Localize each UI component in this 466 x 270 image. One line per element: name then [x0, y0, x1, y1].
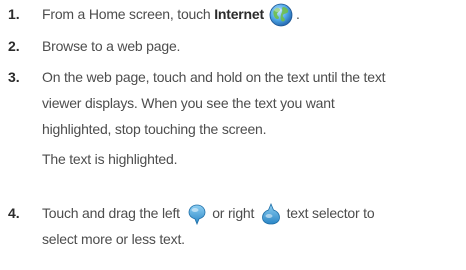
- step-text-before: From a Home screen, touch: [42, 6, 215, 22]
- step-text-line: highlighted, stop touching the screen.: [42, 121, 267, 137]
- step-text-before: Touch and drag the left: [42, 205, 184, 221]
- step-text-after: text selector to: [282, 205, 375, 221]
- step-text-line: viewer displays. When you see the text y…: [42, 95, 335, 111]
- step-result-text: The text is highlighted.: [42, 151, 178, 167]
- step-number: 1.: [8, 6, 20, 22]
- step-text: Browse to a web page.: [42, 38, 181, 54]
- left-text-selector-icon: [187, 203, 207, 226]
- step-text-line: On the web page, touch and hold on the t…: [42, 69, 386, 85]
- step-number: 4.: [8, 205, 20, 221]
- step-text-line: select more or less text.: [42, 231, 185, 247]
- step-text: From a Home screen, touch Internet .: [42, 1, 462, 27]
- step-2: 2. Browse to a web page.: [8, 33, 462, 61]
- step-1: 1. From a Home screen, touch Internet .: [8, 1, 462, 29]
- step-number: 2.: [8, 38, 20, 54]
- instructions-document: 1. From a Home screen, touch Internet . …: [0, 0, 466, 270]
- right-text-selector-icon: [261, 203, 281, 225]
- step-4: 4. Touch and drag the left or right text…: [8, 200, 462, 258]
- step-text-middle: or right: [208, 205, 258, 221]
- step-3: 3. On the web page, touch and hold on th…: [8, 64, 462, 180]
- internet-globe-icon: [268, 2, 294, 28]
- step-text-after: .: [295, 6, 300, 22]
- internet-label: Internet: [214, 6, 264, 22]
- step-number: 3.: [8, 69, 20, 85]
